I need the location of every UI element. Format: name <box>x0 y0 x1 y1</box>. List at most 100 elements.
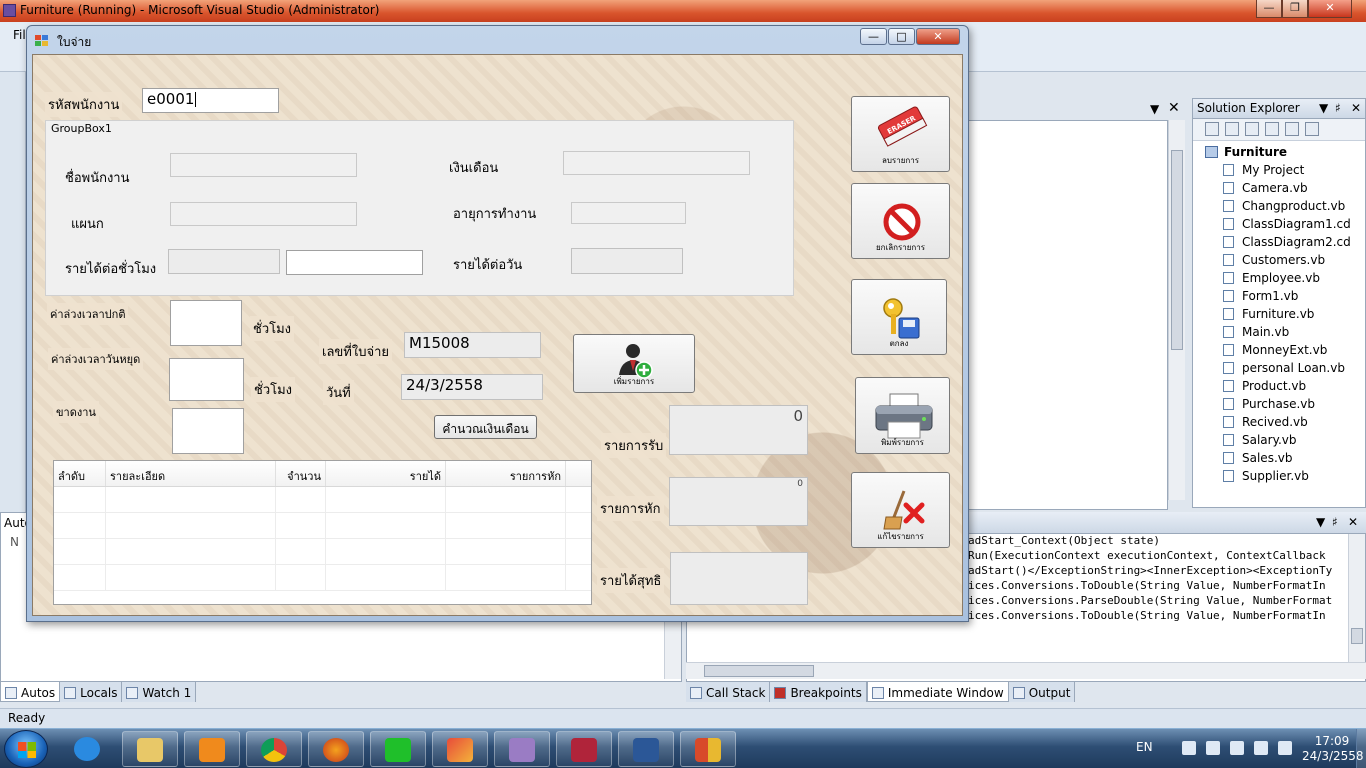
tree-item[interactable]: Purchase.vb <box>1193 395 1365 413</box>
table-row[interactable] <box>54 487 591 513</box>
taskbar-line[interactable] <box>370 731 426 767</box>
tab-call-stack[interactable]: Call Stack <box>686 682 771 702</box>
employee-name-field[interactable] <box>170 153 357 177</box>
tree-item[interactable]: Customers.vb <box>1193 251 1365 269</box>
volume-icon[interactable] <box>1254 741 1268 755</box>
tree-item[interactable]: Salary.vb <box>1193 431 1365 449</box>
tab-breakpoints[interactable]: Breakpoints <box>770 682 867 702</box>
payslip-number-field[interactable]: M15008 <box>404 332 541 358</box>
cancel-item-button[interactable]: ยกเลิกรายการ <box>851 183 950 259</box>
scroll-thumb[interactable] <box>1351 628 1363 644</box>
grid-col-amount[interactable]: จำนวน <box>276 461 326 486</box>
immediate-vertical-scrollbar[interactable] <box>1348 534 1365 662</box>
grid-col-order[interactable]: ลำดับ <box>54 461 106 486</box>
refresh-icon[interactable] <box>1245 122 1259 136</box>
tree-item[interactable]: Product.vb <box>1193 377 1365 395</box>
grid-col-detail[interactable]: รายละเอียด <box>106 461 276 486</box>
vs-vertical-scrollbar[interactable] <box>1168 120 1185 500</box>
view-code-icon[interactable] <box>1265 122 1279 136</box>
tree-item[interactable]: Changproduct.vb <box>1193 197 1365 215</box>
power-icon[interactable] <box>1206 741 1220 755</box>
tab-output[interactable]: Output <box>1009 682 1076 702</box>
signal-icon[interactable] <box>1278 741 1292 755</box>
daily-income-field[interactable] <box>571 248 683 274</box>
deduction-total-field[interactable]: 0 <box>669 477 808 526</box>
income-total-field[interactable]: 0 <box>669 405 808 455</box>
clock[interactable]: 17:09 24/3/2558 <box>1302 734 1364 764</box>
tree-item[interactable]: Sales.vb <box>1193 449 1365 467</box>
flag-icon[interactable] <box>1182 741 1196 755</box>
net-income-field[interactable] <box>670 552 808 605</box>
tree-item[interactable]: Employee.vb <box>1193 269 1365 287</box>
ok-button[interactable]: ตกลง <box>851 279 947 355</box>
department-field[interactable] <box>170 202 357 226</box>
employee-id-input[interactable]: e0001 <box>142 88 279 113</box>
ot-holiday-input[interactable] <box>169 358 244 401</box>
tree-item[interactable]: Form1.vb <box>1193 287 1365 305</box>
immediate-horizontal-scrollbar[interactable] <box>686 662 1366 679</box>
properties-icon[interactable] <box>1205 122 1219 136</box>
delete-item-button[interactable]: ERASER ลบรายการ <box>851 96 950 172</box>
close-icon[interactable]: ✕ <box>1348 515 1358 529</box>
taskbar-media-player[interactable] <box>184 731 240 767</box>
edit-item-button[interactable]: แก้ไขรายการ <box>851 472 950 548</box>
tree-item[interactable]: Camera.vb <box>1193 179 1365 197</box>
items-grid[interactable]: ลำดับ รายละเอียด จำนวน รายได้ รายการหัก <box>53 460 592 605</box>
table-row[interactable] <box>54 513 591 539</box>
ot-normal-input[interactable] <box>170 300 242 346</box>
tree-item[interactable]: ClassDiagram1.cd <box>1193 215 1365 233</box>
restore-button[interactable]: ❐ <box>1282 0 1308 18</box>
show-desktop-button[interactable] <box>1356 729 1366 768</box>
scroll-thumb[interactable] <box>704 665 814 677</box>
table-row[interactable] <box>54 539 591 565</box>
taskbar-app-9[interactable] <box>432 731 488 767</box>
taskbar-visual-studio[interactable] <box>494 731 550 767</box>
tree-item[interactable]: MonneyExt.vb <box>1193 341 1365 359</box>
pin-icon[interactable]: ♯ <box>1335 101 1341 115</box>
taskbar-firefox[interactable] <box>308 731 364 767</box>
tab-immediate-window[interactable]: Immediate Window <box>866 682 1009 702</box>
add-item-button[interactable]: เพิ่มรายการ <box>573 334 695 393</box>
hourly-income-field[interactable] <box>168 249 280 274</box>
class-diagram-icon[interactable] <box>1305 122 1319 136</box>
close-icon[interactable]: ✕ <box>1351 101 1361 115</box>
print-items-button[interactable]: พิมพ์รายการ <box>855 377 950 454</box>
pin-icon[interactable]: ♯ <box>1332 515 1338 529</box>
tenure-field[interactable] <box>571 202 686 224</box>
language-indicator[interactable]: EN <box>1136 740 1153 754</box>
tab-locals[interactable]: Locals <box>60 682 123 702</box>
dropdown-icon[interactable]: ▼ <box>1316 515 1325 529</box>
tab-watch[interactable]: Watch 1 <box>122 682 197 702</box>
menu-file-partial[interactable]: Fil <box>13 28 26 42</box>
form-close-button[interactable]: ✕ <box>916 28 960 45</box>
network-icon[interactable] <box>1230 741 1244 755</box>
form-maximize-button[interactable]: □ <box>888 28 915 45</box>
scroll-thumb[interactable] <box>1171 150 1183 350</box>
close-button[interactable]: ✕ <box>1308 0 1352 18</box>
start-button[interactable] <box>4 730 48 768</box>
tree-root[interactable]: Furniture <box>1193 143 1365 161</box>
close-document-icon[interactable]: ✕ <box>1168 100 1180 116</box>
grid-col-income[interactable]: รายได้ <box>326 461 446 486</box>
tree-item[interactable]: Recived.vb <box>1193 413 1365 431</box>
minimize-button[interactable]: — <box>1256 0 1282 18</box>
tree-item[interactable]: Main.vb <box>1193 323 1365 341</box>
tree-item[interactable]: ClassDiagram2.cd <box>1193 233 1365 251</box>
salary-field[interactable] <box>563 151 750 175</box>
taskbar-internet-explorer[interactable] <box>62 731 112 767</box>
date-field[interactable]: 24/3/2558 <box>401 374 543 400</box>
grid-col-deduction[interactable]: รายการหัก <box>446 461 566 486</box>
taskbar-word[interactable] <box>618 731 674 767</box>
absent-input[interactable] <box>172 408 244 454</box>
tree-item[interactable]: personal Loan.vb <box>1193 359 1365 377</box>
dropdown-icon[interactable]: ▼ <box>1150 102 1159 116</box>
taskbar-chrome[interactable] <box>246 731 302 767</box>
taskbar-access[interactable] <box>556 731 612 767</box>
tree-item[interactable]: Furniture.vb <box>1193 305 1365 323</box>
show-all-files-icon[interactable] <box>1225 122 1239 136</box>
tree-item[interactable]: Supplier.vb <box>1193 467 1365 485</box>
view-designer-icon[interactable] <box>1285 122 1299 136</box>
taskbar-furniture-app[interactable] <box>680 731 736 767</box>
form-minimize-button[interactable]: — <box>860 28 887 45</box>
taskbar-explorer[interactable] <box>122 731 178 767</box>
